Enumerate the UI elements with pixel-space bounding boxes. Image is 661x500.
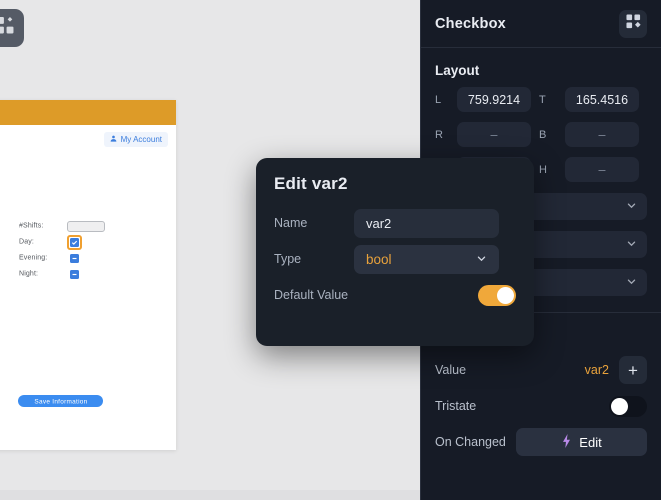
field-input-b[interactable]: – [565, 122, 639, 147]
dialog-default-value-toggle[interactable] [478, 284, 516, 306]
on-changed-row: On Changed Edit [421, 424, 661, 460]
form-row-night: Night: [19, 266, 105, 282]
chevron-down-icon [626, 238, 637, 252]
field-label-l: L [435, 93, 442, 106]
day-label: Day: [19, 237, 34, 247]
dialog-name-row: Name var2 [274, 206, 516, 240]
evening-checkbox[interactable] [67, 251, 82, 266]
add-value-binding-button[interactable]: + [619, 356, 647, 384]
account-row: My Account [0, 125, 176, 147]
on-changed-edit-button[interactable]: Edit [516, 428, 647, 456]
dialog-type-label: Type [274, 252, 302, 266]
night-label: Night: [19, 269, 39, 279]
day-checkbox[interactable] [67, 234, 82, 250]
form-row-shifts: #Shifts: [19, 218, 105, 234]
person-icon [110, 135, 117, 144]
value-label: Value [435, 363, 467, 377]
tristate-toggle[interactable] [609, 395, 647, 417]
app-header-bar [0, 100, 176, 125]
lightning-bolt-icon [561, 433, 572, 451]
value-row: Value var2 + [421, 352, 661, 388]
edit-variable-dialog: Edit var2 Name var2 Type bool Default Va… [256, 158, 534, 346]
form-row-evening: Evening: [19, 250, 105, 266]
checkbox-box-indeterminate [70, 253, 79, 263]
checkbox-box-indeterminate [70, 269, 79, 279]
night-checkbox[interactable] [67, 267, 82, 282]
field-input-l[interactable]: 759.9214 [457, 87, 531, 112]
component-grid-icon-button[interactable] [619, 9, 647, 38]
canvas-bottom-strip [0, 490, 420, 500]
evening-label: Evening: [19, 253, 48, 263]
my-account-label: My Account [120, 135, 162, 144]
plus-icon: + [628, 360, 638, 380]
field-label-h: H [539, 163, 547, 176]
widgets-grid-icon-button[interactable] [0, 9, 24, 47]
inspector-title: Checkbox [435, 15, 506, 32]
toggle-knob [611, 397, 628, 415]
checkbox-box-checked [70, 237, 79, 247]
field-label-b: B [539, 128, 547, 141]
shifts-input[interactable] [67, 220, 105, 232]
dialog-type-row: Type bool [274, 242, 516, 276]
component-grid-icon [625, 13, 641, 34]
shift-form: #Shifts: Day: Evening: Night: [19, 218, 105, 282]
chevron-down-icon [476, 252, 487, 267]
value-variable-chip[interactable]: var2 [585, 363, 609, 377]
app-preview-frame: My Account #Shifts: Day: Evening: Night:… [0, 100, 176, 450]
my-account-button[interactable]: My Account [103, 132, 168, 147]
save-information-label: Save Information [33, 397, 88, 405]
chevron-down-icon [626, 276, 637, 290]
widgets-grid-icon [0, 17, 14, 39]
dialog-type-value: bool [366, 251, 392, 267]
dialog-name-label: Name [274, 216, 308, 230]
dialog-title: Edit var2 [274, 174, 348, 193]
field-label-t: T [539, 93, 546, 106]
chevron-down-icon [626, 200, 637, 214]
field-input-r[interactable]: – [457, 122, 531, 147]
layout-section-title: Layout [435, 63, 480, 78]
form-row-day: Day: [19, 234, 105, 250]
edit-button-label: Edit [579, 434, 602, 450]
field-input-h[interactable]: – [565, 157, 639, 182]
save-information-button[interactable]: Save Information [18, 395, 103, 407]
dialog-type-select[interactable]: bool [354, 244, 499, 274]
field-label-r: R [435, 128, 443, 141]
inspector-header: Checkbox [421, 0, 661, 48]
on-changed-label: On Changed [435, 435, 506, 449]
shifts-label: #Shifts: [19, 221, 44, 231]
tristate-label: Tristate [435, 399, 477, 413]
toggle-knob [497, 286, 514, 304]
dialog-default-value-label: Default Value [274, 288, 349, 302]
tristate-row: Tristate [421, 388, 661, 424]
field-input-t[interactable]: 165.4516 [565, 87, 639, 112]
dialog-default-value-row: Default Value [274, 278, 516, 312]
dialog-name-input[interactable]: var2 [354, 208, 499, 238]
